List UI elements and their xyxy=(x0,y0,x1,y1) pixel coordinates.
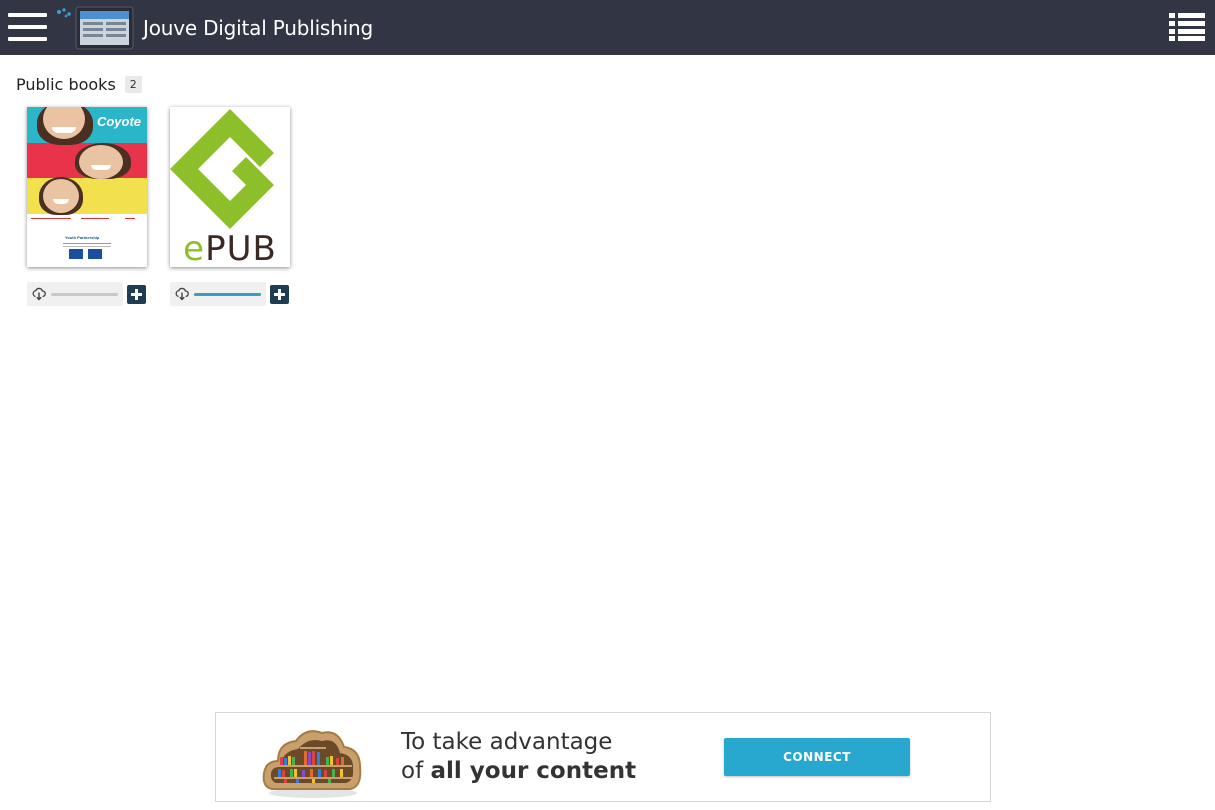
download-progress xyxy=(27,282,123,306)
banner-line-2-bold: all your content xyxy=(430,758,637,784)
book-cover-coyote[interactable]: Coyote Youth Partnership xyxy=(27,107,147,267)
cloud-download-icon[interactable] xyxy=(32,287,46,301)
book-controls xyxy=(27,282,149,306)
app-logo xyxy=(57,6,134,50)
top-bar: Jouve Digital Publishing xyxy=(0,0,1215,55)
council-of-europe-icon xyxy=(88,249,102,259)
book-controls xyxy=(170,282,292,306)
book-cover-epub[interactable]: ePUB xyxy=(170,107,290,267)
connect-button[interactable]: CONNECT xyxy=(724,738,910,776)
section-title: Public books xyxy=(16,74,116,94)
eu-flag-icon xyxy=(69,249,83,259)
cover-photo-face xyxy=(43,179,79,213)
add-book-button[interactable] xyxy=(270,285,289,304)
epub-e-letter: e xyxy=(183,229,206,267)
cover-title: Coyote xyxy=(96,114,141,129)
cloud-bookshelf-icon xyxy=(262,730,362,798)
app-title: Jouve Digital Publishing xyxy=(143,16,373,40)
cover-photo-face xyxy=(79,145,123,179)
cloud-download-icon[interactable] xyxy=(175,287,189,301)
hamburger-menu-icon[interactable] xyxy=(8,13,47,41)
list-view-icon[interactable] xyxy=(1169,13,1205,41)
banner-line-2: of all your content xyxy=(401,758,637,784)
epub-title: PUB xyxy=(205,229,277,267)
progress-fill xyxy=(194,293,261,296)
banner-line-1: To take advantage xyxy=(401,729,613,755)
download-progress xyxy=(170,282,266,306)
connect-banner: To take advantage of all your content CO… xyxy=(215,712,991,802)
banner-message: To take advantage of all your content xyxy=(401,728,636,786)
epub-logo-icon xyxy=(170,109,274,229)
cover-subtitle: Youth Partnership xyxy=(65,235,100,240)
add-book-button[interactable] xyxy=(127,285,146,304)
public-books-header: Public books 2 xyxy=(16,74,142,94)
book-count-badge: 2 xyxy=(124,75,142,93)
